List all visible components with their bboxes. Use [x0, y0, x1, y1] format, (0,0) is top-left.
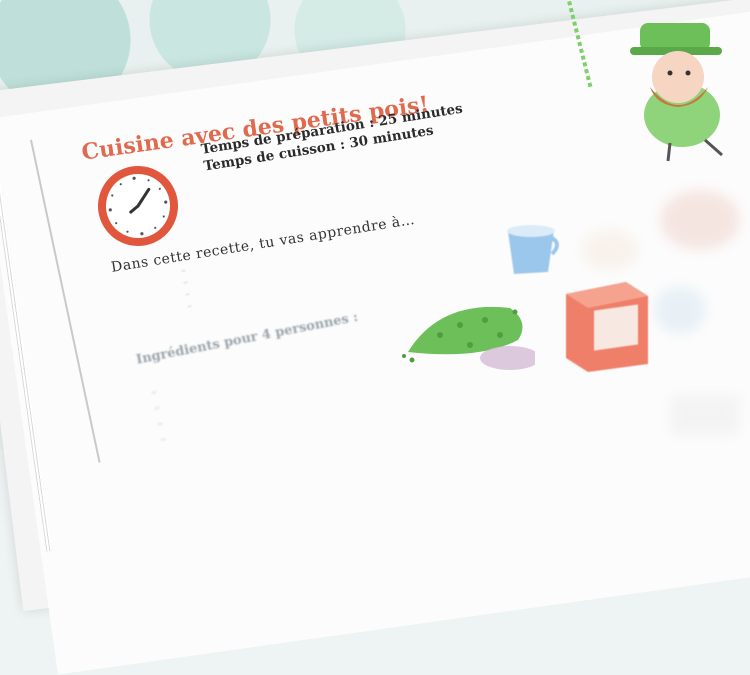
clock-icon [98, 166, 178, 246]
cup-illustration [507, 225, 559, 274]
leprechaun-illustration [630, 23, 723, 162]
peas-illustration [402, 306, 535, 370]
sugar-box-illustration [566, 282, 648, 372]
